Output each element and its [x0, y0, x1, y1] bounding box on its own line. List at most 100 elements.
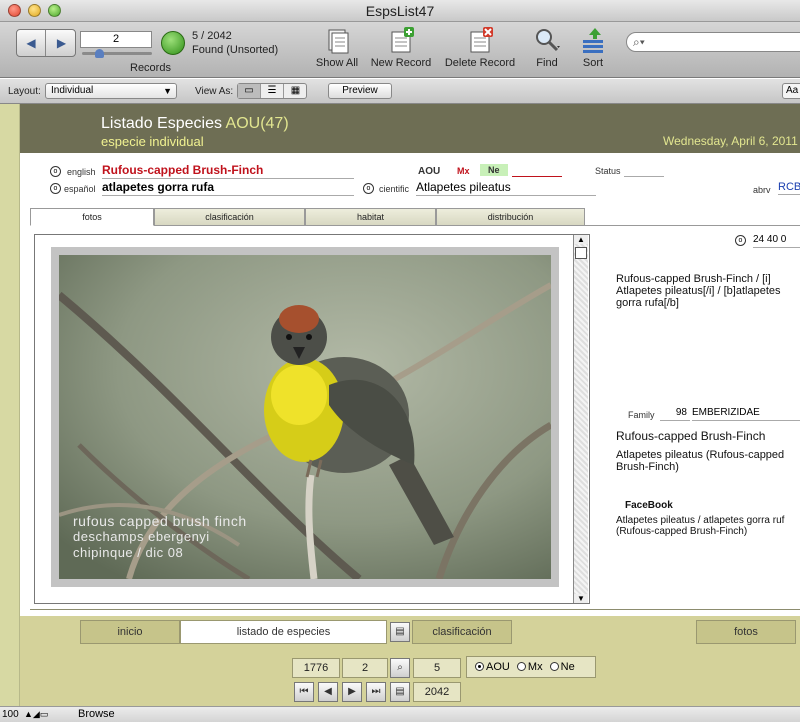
ne-label: Ne — [480, 164, 508, 176]
view-as-form-icon[interactable]: ▭ — [238, 84, 261, 98]
espanol-sort-button[interactable]: o — [50, 183, 61, 194]
facebook-line-1: Atlapetes pileatus / atlapetes gorra ruf — [616, 515, 785, 526]
text-format-button[interactable]: Aa — [782, 83, 800, 99]
facebook-label: FaceBook — [625, 500, 673, 511]
previous-record-icon[interactable]: ◀ — [318, 682, 338, 702]
show-all-label: Show All — [315, 57, 359, 69]
delete-record-button[interactable]: Delete Record — [441, 26, 519, 69]
records-label: Records — [130, 62, 171, 74]
next-record-icon[interactable]: ▶ — [342, 682, 362, 702]
layout-header: Listado Especies AOU(47) especie individ… — [20, 104, 800, 153]
family-name-field[interactable]: EMBERIZIDAE — [692, 407, 800, 421]
status-label: Status — [595, 166, 621, 176]
zoom-level[interactable]: 100 — [2, 709, 19, 720]
facebook-line-2: (Rufous-capped Brush-Finch) — [616, 526, 748, 537]
show-all-icon — [323, 26, 351, 54]
record-navigator[interactable]: ◀ ▶ — [16, 29, 76, 57]
sort-icon — [579, 26, 607, 54]
english-name-field[interactable]: Rufous-capped Brush-Finch — [102, 163, 354, 179]
view-as-table-icon[interactable]: ▦ — [284, 84, 307, 98]
layout-select-value: Individual — [51, 85, 94, 96]
tab-clasificacion[interactable]: clasificación — [154, 208, 305, 226]
status-area-toggle-icon[interactable]: ▲◢▭ — [24, 709, 48, 720]
last-record-icon[interactable]: ⏭ — [366, 682, 386, 702]
layout-select[interactable]: Individual ▼ — [45, 83, 177, 99]
view-as-buttons: ▭ ☰ ▦ — [237, 83, 307, 99]
page-subtitle: especie individual — [101, 134, 204, 149]
photo-scrollbar[interactable]: ▲ ▼ — [573, 235, 588, 603]
nav-number-2[interactable]: 2 — [342, 658, 388, 678]
radio-ne[interactable] — [549, 662, 559, 671]
sort-label: Sort — [582, 57, 604, 69]
ne-value-field[interactable] — [512, 176, 562, 177]
nav-inicio-button[interactable]: inicio — [80, 620, 180, 644]
caption-line-1: Rufous-capped Brush-Finch / [i] — [616, 273, 771, 285]
cientific-name-field[interactable]: Atlapetes pileatus — [416, 180, 596, 196]
espanol-name-field[interactable]: atlapetes gorra rufa — [102, 180, 354, 196]
view-as-list-icon[interactable]: ☰ — [261, 84, 284, 98]
tab-baseline — [585, 225, 800, 226]
magnifier-icon — [533, 26, 561, 54]
sort-button[interactable]: Sort — [578, 26, 608, 69]
code-sort-button[interactable]: o — [735, 235, 746, 246]
radio-aou-label: AOU — [486, 661, 510, 673]
cientific-sort-button[interactable]: o — [363, 183, 374, 194]
scientific-line-1: Atlapetes pileatus (Rufous-capped — [616, 449, 785, 461]
found-status: Found (Unsorted) — [192, 44, 279, 56]
find-label: Find — [536, 57, 558, 69]
bird-photo[interactable]: rufous capped brush finch deschamps eber… — [59, 255, 551, 579]
next-record-icon[interactable]: ▶ — [47, 30, 76, 56]
layout-label: Layout: — [8, 86, 41, 97]
radio-mx[interactable] — [516, 662, 526, 671]
code-field[interactable]: 24 40 0 — [753, 234, 800, 248]
abrv-field[interactable]: RCB — [778, 181, 800, 195]
show-all-button[interactable]: Show All — [314, 26, 360, 69]
family-number-field[interactable]: 98 — [660, 407, 690, 421]
scroll-down-icon[interactable]: ▼ — [574, 594, 588, 603]
radio-aou[interactable] — [475, 662, 484, 671]
first-record-icon[interactable]: ⏮ — [294, 682, 314, 702]
new-record-button[interactable]: New Record — [368, 26, 434, 69]
photo-caption-line-3: chipinque / dic 08 — [73, 545, 184, 560]
show-all-records-icon[interactable]: ▤ — [390, 682, 410, 702]
scrollbar-thumb[interactable] — [575, 247, 587, 259]
record-slider[interactable] — [82, 52, 152, 55]
nav-number-1776[interactable]: 1776 — [292, 658, 340, 678]
english-name-display: Rufous-capped Brush-Finch — [616, 429, 766, 443]
nav-fotos-button[interactable]: fotos — [696, 620, 796, 644]
mx-label: Mx — [457, 166, 470, 176]
nav-total-count: 2042 — [413, 682, 461, 702]
nav-number-5[interactable]: 5 — [413, 658, 461, 678]
view-as-label: View As: — [195, 86, 234, 97]
scroll-up-icon[interactable]: ▲ — [574, 235, 588, 244]
list-radio-group: AOU Mx Ne — [466, 656, 596, 678]
quick-find-input[interactable]: ⌕▾ — [626, 32, 800, 52]
tab-distribucion[interactable]: distribución — [436, 208, 585, 226]
left-status-strip — [0, 104, 20, 706]
tab-fotos[interactable]: fotos — [30, 208, 154, 226]
radio-ne-label: Ne — [560, 661, 575, 673]
nav-clasificacion-button[interactable]: clasificación — [412, 620, 512, 644]
preview-button[interactable]: Preview — [328, 83, 392, 99]
list-view-icon[interactable]: ▤ — [390, 622, 410, 642]
previous-record-icon[interactable]: ◀ — [17, 30, 46, 56]
english-sort-button[interactable]: o — [50, 166, 61, 177]
status-field[interactable] — [624, 176, 664, 177]
aou-label: AOU — [418, 166, 441, 177]
cientific-label: cientific — [379, 184, 410, 194]
record-slider-thumb[interactable] — [95, 49, 104, 58]
found-set-pie-icon — [161, 31, 185, 55]
nav-listado-button[interactable]: listado de especies — [180, 620, 387, 644]
form-divider — [30, 606, 800, 610]
current-record-input[interactable]: 2 — [80, 31, 152, 48]
title-bar: EspsList47 — [0, 0, 800, 22]
english-label: english — [67, 167, 96, 177]
mode-indicator[interactable]: Browse — [78, 708, 115, 720]
search-icon[interactable]: ⌕ — [390, 658, 410, 678]
find-button[interactable]: Find — [532, 26, 562, 69]
tab-habitat[interactable]: habitat — [305, 208, 436, 226]
layout-bar: Layout: Individual ▼ View As: ▭ ☰ ▦ Prev… — [0, 79, 800, 104]
page-title-text: Listado Especies — [101, 115, 222, 132]
family-label: Family — [628, 410, 655, 420]
bottom-navigation: inicio listado de especies ▤ clasificaci… — [20, 616, 800, 706]
